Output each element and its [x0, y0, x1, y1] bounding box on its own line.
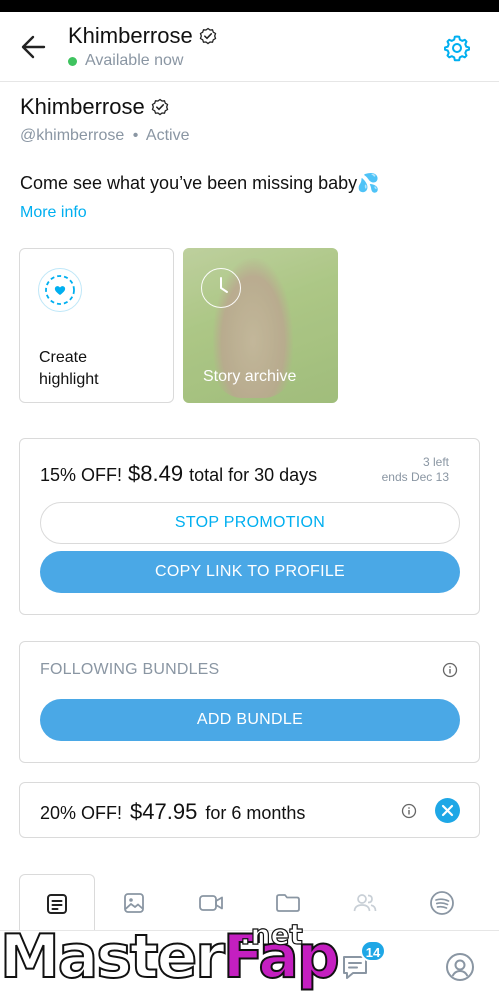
- activity-status: Active: [145, 127, 190, 144]
- folder-icon: [276, 894, 300, 912]
- online-dot-icon: [68, 56, 77, 66]
- clock-icon: [201, 268, 241, 308]
- stop-promotion-button[interactable]: STOP PROMOTION: [40, 502, 460, 544]
- profile-name-text: Khimberrose: [20, 94, 145, 119]
- bundles-card: FOLLOWING BUNDLES ADD BUNDLE: [19, 641, 480, 763]
- gear-icon[interactable]: [443, 34, 471, 62]
- back-arrow-icon[interactable]: [18, 32, 50, 62]
- promotion-suffix: total for 30 days: [189, 465, 318, 485]
- story-archive-label: Story archive: [203, 368, 297, 385]
- create-highlight-tile[interactable]: Create highlight: [19, 248, 174, 403]
- photos-icon: [124, 893, 144, 913]
- profile-handle: @khimberrose: [20, 127, 125, 144]
- close-icon: [441, 804, 454, 817]
- tab-users[interactable]: [327, 874, 403, 932]
- bundles-title: FOLLOWING BUNDLES: [40, 661, 220, 678]
- watermark-suffix: .net: [239, 917, 303, 951]
- users-icon: [353, 894, 377, 912]
- handle-line: @khimberrose • Active: [20, 127, 189, 145]
- remove-bundle-button[interactable]: [435, 798, 460, 823]
- bundle-discount: 20% OFF!: [40, 803, 123, 823]
- create-highlight-label: Create highlight: [39, 349, 99, 388]
- header-title: Khimberrose: [68, 23, 217, 49]
- promotion-price: $8.49: [128, 461, 184, 486]
- online-status: Available now: [68, 52, 183, 70]
- story-archive-tile[interactable]: Story archive: [183, 248, 338, 403]
- more-info-link[interactable]: More info: [20, 204, 87, 222]
- status-bar: [0, 0, 499, 12]
- promotion-end-date: ends Dec 13: [381, 470, 449, 484]
- tab-spotify[interactable]: [404, 874, 480, 932]
- promotion-discount: 15% OFF!: [40, 465, 123, 485]
- verified-icon: [199, 27, 216, 45]
- copy-link-button[interactable]: COPY LINK TO PROFILE: [40, 551, 460, 593]
- posts-icon: [47, 893, 67, 914]
- top-bar: Khimberrose Available now: [0, 12, 499, 82]
- spotify-icon: [430, 891, 454, 915]
- bundle-suffix: for 6 months: [205, 803, 306, 823]
- promotion-remaining: 3 left ends Dec 13: [382, 455, 449, 485]
- profile-avatar-icon[interactable]: [444, 951, 476, 983]
- messages-badge: 14: [360, 940, 386, 962]
- info-icon[interactable]: [442, 662, 458, 678]
- header-name: Khimberrose: [68, 23, 193, 48]
- promotion-card: 15% OFF! $8.49 total for 30 days 3 left …: [19, 438, 480, 615]
- online-status-text: Available now: [85, 52, 184, 69]
- bundle-item: 20% OFF! $47.95 for 6 months: [19, 782, 480, 838]
- separator-dot: •: [132, 127, 139, 144]
- verified-icon: [151, 98, 168, 116]
- bundle-price: $47.95: [130, 799, 198, 824]
- profile-name: Khimberrose: [20, 94, 169, 120]
- heart-highlight-icon: [38, 268, 82, 312]
- profile-bio: Come see what you’ve been missing baby💦: [20, 173, 380, 193]
- promotion-text: 15% OFF! $8.49 total for 30 days: [40, 461, 317, 487]
- info-icon[interactable]: [401, 803, 417, 819]
- bundle-text: 20% OFF! $47.95 for 6 months: [40, 799, 305, 825]
- add-bundle-button[interactable]: ADD BUNDLE: [40, 699, 460, 741]
- videos-icon: [199, 895, 223, 911]
- promotion-left-count: 3 left: [422, 455, 449, 469]
- watermark-part1: Master: [0, 921, 226, 993]
